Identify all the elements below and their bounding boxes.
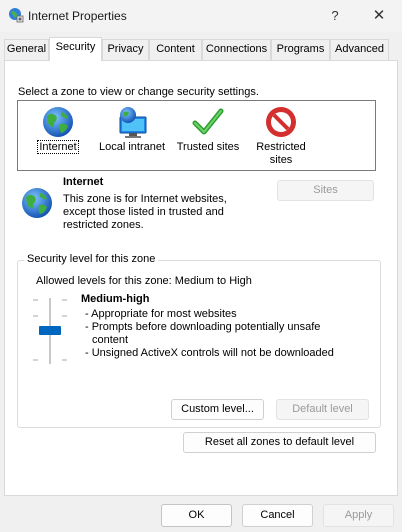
cancel-button[interactable]: Cancel — [242, 504, 313, 527]
tab-connections[interactable]: Connections — [202, 39, 271, 60]
internet-options-icon — [9, 8, 24, 23]
selected-zone-title: Internet — [63, 176, 104, 188]
tab-content[interactable]: Content — [149, 39, 202, 60]
close-button[interactable]: ✕ — [368, 6, 390, 26]
reset-all-zones-button[interactable]: Reset all zones to default level — [183, 432, 376, 453]
allowed-levels-text: Allowed levels for this zone: Medium to … — [36, 275, 252, 287]
level-bullet: - Prompts before downloading potentially… — [85, 321, 321, 346]
tab-general[interactable]: General — [4, 39, 49, 60]
sites-button[interactable]: Sites — [277, 180, 374, 201]
zone-list[interactable]: Internet Local intranet Trusted sites Re… — [17, 100, 376, 171]
apply-button[interactable]: Apply — [323, 504, 394, 527]
help-button[interactable]: ? — [324, 6, 346, 26]
window-title: Internet Properties — [28, 9, 127, 23]
security-level-description: - Appropriate for most websites - Prompt… — [85, 308, 352, 360]
tab-privacy[interactable]: Privacy — [102, 39, 149, 60]
zone-label: Internet — [37, 140, 79, 154]
zone-label: Trusted sites — [176, 141, 240, 153]
zone-prompt: Select a zone to view or change security… — [18, 86, 259, 98]
tab-security[interactable]: Security — [49, 37, 102, 61]
ok-button[interactable]: OK — [161, 504, 232, 527]
zone-label: Local intranet — [98, 141, 166, 153]
globe-icon — [43, 107, 73, 137]
title-bar: Internet Properties ? ✕ — [0, 0, 402, 32]
restricted-icon — [266, 107, 296, 137]
security-level-group-label: Security level for this zone — [24, 253, 159, 265]
tab-programs[interactable]: Programs — [271, 39, 330, 60]
custom-level-button[interactable]: Custom level... — [171, 399, 264, 420]
zone-label: Restricted sites — [256, 141, 306, 166]
security-level-name: Medium-high — [81, 293, 150, 305]
level-bullet: - Unsigned ActiveX controls will not be … — [85, 347, 334, 359]
computer-globe-icon — [119, 107, 147, 138]
tab-advanced[interactable]: Advanced — [330, 39, 389, 60]
level-bullet: - Appropriate for most websites — [85, 308, 237, 320]
selected-zone-description: This zone is for Internet websites, exce… — [63, 193, 227, 231]
checkmark-icon — [192, 108, 224, 135]
globe-icon — [22, 188, 52, 218]
security-level-slider[interactable] — [30, 296, 70, 366]
default-level-button[interactable]: Default level — [276, 399, 369, 420]
